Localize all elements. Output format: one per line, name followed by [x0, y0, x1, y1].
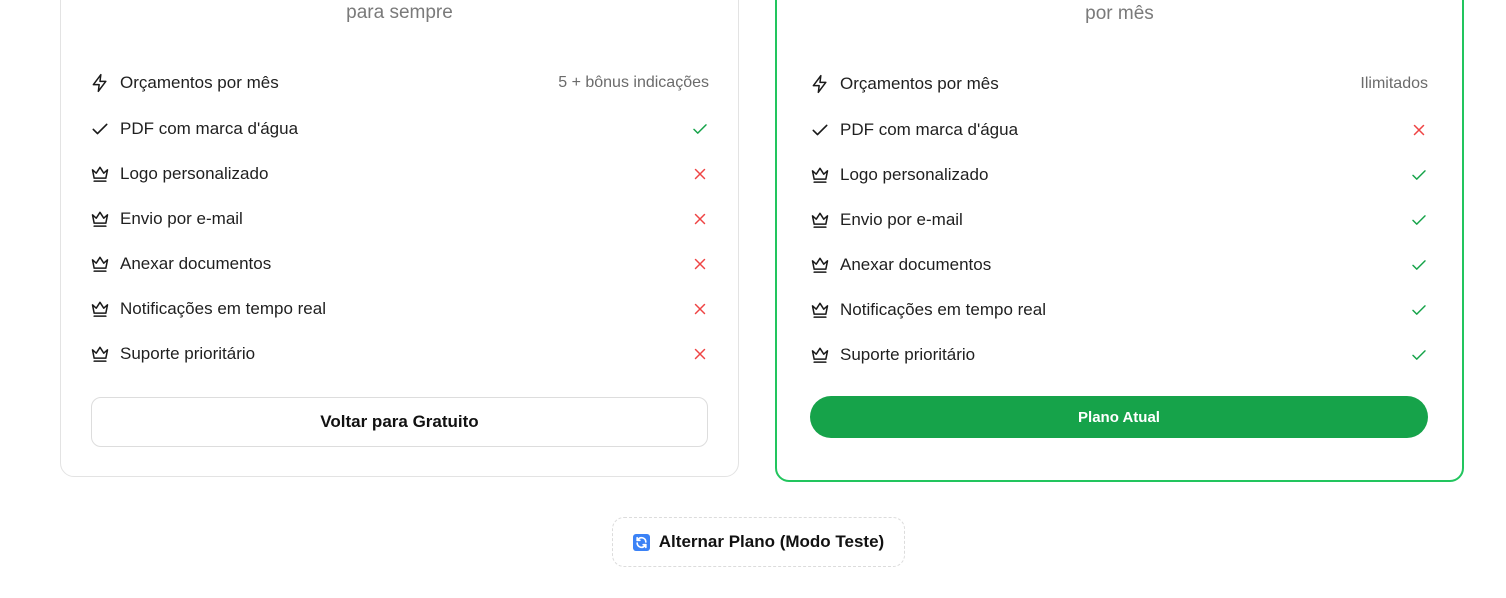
crown-icon [90, 344, 110, 364]
excluded-cross-icon [691, 300, 709, 318]
feature-label: Orçamentos por mês [120, 72, 279, 92]
feature-item: Notificações em tempo real [810, 287, 1428, 332]
plan-card-free: para sempre Orçamentos por mês 5 + bônus … [60, 0, 739, 477]
excluded-cross-icon [691, 165, 709, 183]
feature-label: Suporte prioritário [120, 343, 256, 363]
feature-item: PDF com marca d'água [90, 106, 709, 151]
excluded-cross-icon [691, 210, 709, 228]
feature-label: Envio por e-mail [840, 209, 963, 229]
plan-period: por mês [1085, 3, 1154, 24]
feature-item: Anexar documentos [810, 242, 1428, 287]
feature-list: Orçamentos por mês Ilimitados PDF com marc… [810, 60, 1428, 377]
feature-label: Envio por e-mail [120, 208, 243, 228]
feature-item: Orçamentos por mês 5 + bônus indicações [90, 59, 709, 106]
excluded-cross-icon [691, 345, 709, 363]
feature-item: Logo personalizado [810, 152, 1428, 197]
included-check-icon [1410, 346, 1428, 364]
excluded-cross-icon [1410, 121, 1428, 139]
feature-item: Logo personalizado [90, 151, 709, 196]
included-check-icon [1410, 211, 1428, 229]
switch-to-free-button[interactable]: Voltar para Gratuito [91, 397, 708, 447]
current-plan-button[interactable]: Plano Atual [810, 396, 1428, 438]
feature-item: Envio por e-mail [810, 197, 1428, 242]
toggle-plan-label: Alternar Plano (Modo Teste) [658, 532, 885, 551]
feature-item: Anexar documentos [90, 241, 709, 286]
crown-icon [810, 255, 830, 275]
excluded-cross-icon [691, 255, 709, 273]
feature-label: PDF com marca d'água [120, 118, 299, 138]
toggle-plan-button[interactable]: Alternar Plano (Modo Teste) [612, 517, 905, 567]
feature-item: Orçamentos por mês Ilimitados [810, 60, 1428, 107]
feature-value: Ilimitados [1360, 74, 1428, 92]
zap-icon [90, 73, 110, 93]
crown-icon [810, 165, 830, 185]
crown-icon [90, 209, 110, 229]
feature-label: Logo personalizado [120, 163, 269, 183]
pricing-page: para sempre Orçamentos por mês 5 + bônus … [0, 0, 1506, 598]
feature-label: Orçamentos por mês [840, 73, 999, 93]
feature-value: 5 + bônus indicações [558, 73, 709, 91]
included-check-icon [691, 120, 709, 138]
plan-card-pro: por mês Orçamentos por mês Ilimitados PDF … [775, 0, 1464, 482]
crown-icon [90, 299, 110, 319]
feature-label: Anexar documentos [840, 254, 992, 274]
crown-icon [90, 164, 110, 184]
crown-icon [810, 300, 830, 320]
zap-icon [810, 74, 830, 94]
crown-icon [810, 345, 830, 365]
feature-label: PDF com marca d'água [840, 119, 1019, 139]
included-check-icon [1410, 166, 1428, 184]
included-check-icon [1410, 256, 1428, 274]
included-check-icon [1410, 301, 1428, 319]
feature-item: PDF com marca d'água [810, 107, 1428, 152]
feature-item: Suporte prioritário [810, 332, 1428, 377]
feature-label: Suporte prioritário [840, 344, 976, 364]
feature-label: Anexar documentos [120, 253, 272, 273]
feature-item: Envio por e-mail [90, 196, 709, 241]
feature-item: Notificações em tempo real [90, 286, 709, 331]
crown-icon [810, 210, 830, 230]
crown-icon [90, 254, 110, 274]
feature-label: Logo personalizado [840, 164, 989, 184]
feature-list: Orçamentos por mês 5 + bônus indicações PD… [90, 59, 709, 376]
feature-item: Suporte prioritário [90, 331, 709, 376]
check-icon [810, 120, 830, 140]
refresh-icon [632, 533, 650, 551]
check-icon [90, 119, 110, 139]
feature-label: Notificações em tempo real [840, 299, 1046, 319]
plan-period: para sempre [346, 2, 453, 23]
feature-label: Notificações em tempo real [120, 298, 326, 318]
